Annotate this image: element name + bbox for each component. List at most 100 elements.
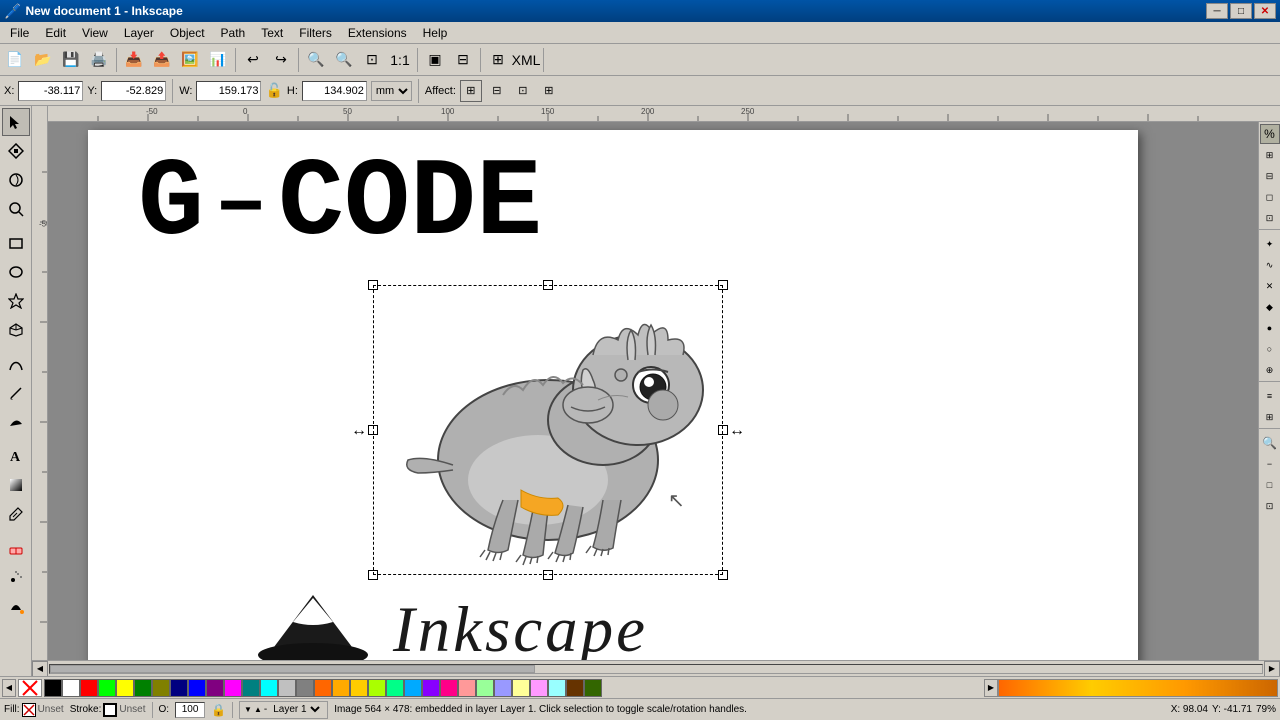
zoom-out-button[interactable]: 🔍	[331, 47, 357, 73]
unit-select[interactable]: mm px cm in	[371, 81, 412, 101]
align-button[interactable]: ⊞	[485, 47, 511, 73]
import-button[interactable]: 📥	[121, 47, 147, 73]
zoom-area[interactable]: 79%	[1256, 704, 1276, 715]
arrow-right-handle[interactable]: ↔	[729, 422, 745, 440]
color-teal[interactable]	[242, 679, 260, 697]
fill-area[interactable]: Fill: Unset	[4, 703, 64, 717]
text-tool[interactable]: A	[2, 442, 30, 470]
menu-extensions[interactable]: Extensions	[340, 24, 415, 42]
selected-image[interactable]: ↔ ↔	[373, 285, 723, 575]
group-button[interactable]: ▣	[422, 47, 448, 73]
snap-node-midpoints-button[interactable]: ○	[1260, 339, 1280, 359]
node-tool[interactable]	[2, 137, 30, 165]
3d-tool[interactable]	[2, 316, 30, 344]
snap-zoom-page-button[interactable]: □	[1260, 475, 1280, 495]
h-scrollbar-thumb[interactable]	[50, 665, 535, 673]
select-tool[interactable]	[2, 108, 30, 136]
snap-zoom-in-button[interactable]: 🔍	[1260, 433, 1280, 453]
color-cream[interactable]	[512, 679, 530, 697]
color-red[interactable]	[80, 679, 98, 697]
ungroup-button[interactable]: ⊟	[450, 47, 476, 73]
color-orange[interactable]	[314, 679, 332, 697]
no-fill-swatch[interactable]	[18, 679, 42, 697]
snap-bbox-button[interactable]: ⊞	[1260, 145, 1280, 165]
snap-node-intersection-button[interactable]: ✕	[1260, 276, 1280, 296]
undo-button[interactable]: ↩	[240, 47, 266, 73]
color-cyan[interactable]	[260, 679, 278, 697]
scroll-left-button[interactable]: ◀	[32, 661, 48, 677]
menu-file[interactable]: File	[2, 24, 37, 42]
menu-layer[interactable]: Layer	[116, 24, 162, 42]
minimize-button[interactable]: ─	[1206, 3, 1228, 19]
zoom-fit-button[interactable]: ⊡	[359, 47, 385, 73]
color-yellow[interactable]	[116, 679, 134, 697]
dropper-tool[interactable]	[2, 500, 30, 528]
open-button[interactable]: 📂	[30, 47, 56, 73]
opacity-input[interactable]	[175, 702, 205, 718]
ellipse-tool[interactable]	[2, 258, 30, 286]
star-tool[interactable]	[2, 287, 30, 315]
h-input[interactable]	[302, 81, 367, 101]
color-green[interactable]	[134, 679, 152, 697]
color-lightgreen[interactable]	[476, 679, 494, 697]
snap-node-center-button[interactable]: ⊕	[1260, 360, 1280, 380]
color-olive[interactable]	[152, 679, 170, 697]
color-lightcyan[interactable]	[548, 679, 566, 697]
affect-clip-button[interactable]: ⊡	[512, 80, 534, 102]
snap-zoom-fit-button[interactable]: ⊡	[1260, 496, 1280, 516]
color-chartreuse[interactable]	[368, 679, 386, 697]
w-input[interactable]	[196, 81, 261, 101]
snap-node-smooth-button[interactable]: ●	[1260, 318, 1280, 338]
export2-button[interactable]: 🖼️	[177, 47, 203, 73]
handle-bottom-left[interactable]	[368, 570, 378, 580]
snap-bbox-edges-button[interactable]: ⊟	[1260, 166, 1280, 186]
color-silver[interactable]	[278, 679, 296, 697]
layer-select[interactable]: Layer 1	[269, 703, 323, 716]
color-skyblue[interactable]	[404, 679, 422, 697]
xml-button[interactable]: XML	[513, 47, 539, 73]
color-periwinkle[interactable]	[494, 679, 512, 697]
handle-top-right[interactable]	[718, 280, 728, 290]
menu-edit[interactable]: Edit	[37, 24, 74, 42]
menu-filters[interactable]: Filters	[291, 24, 340, 42]
export3-button[interactable]: 📊	[205, 47, 231, 73]
opacity-lock[interactable]: 🔒	[211, 703, 226, 717]
tweak-tool[interactable]	[2, 166, 30, 194]
y-input[interactable]	[101, 81, 166, 101]
zoom-100-button[interactable]: 1:1	[387, 47, 413, 73]
print-button[interactable]: 🖨️	[86, 47, 112, 73]
menu-help[interactable]: Help	[415, 24, 456, 42]
color-magenta[interactable]	[224, 679, 242, 697]
rect-tool[interactable]	[2, 229, 30, 257]
close-button[interactable]: ✕	[1254, 3, 1276, 19]
handle-mid-right[interactable]	[718, 425, 728, 435]
stroke-area[interactable]: Stroke: Unset	[70, 703, 146, 717]
snap-bbox-midpoints-button[interactable]: ⊡	[1260, 208, 1280, 228]
arrow-left-handle[interactable]: ↔	[351, 422, 367, 440]
save-button[interactable]: 💾	[58, 47, 84, 73]
palette-scroll-right[interactable]: ▶	[984, 679, 998, 697]
snap-bbox-corners-button[interactable]: ◻	[1260, 187, 1280, 207]
color-orange2[interactable]	[332, 679, 350, 697]
color-spring[interactable]	[386, 679, 404, 697]
snap-grid-button[interactable]: ⊞	[1260, 407, 1280, 427]
affect-geom-button[interactable]: ⊞	[538, 80, 560, 102]
scroll-right-button[interactable]: ▶	[1264, 661, 1280, 677]
color-yellow2[interactable]	[350, 679, 368, 697]
color-gray[interactable]	[296, 679, 314, 697]
color-blue[interactable]	[188, 679, 206, 697]
h-scrollbar-track[interactable]	[49, 664, 1263, 674]
maximize-button[interactable]: □	[1230, 3, 1252, 19]
calligraphy-tool[interactable]	[2, 408, 30, 436]
x-input[interactable]	[18, 81, 83, 101]
handle-bottom-center[interactable]	[543, 570, 553, 580]
color-darkgreen[interactable]	[584, 679, 602, 697]
export-button[interactable]: 📤	[149, 47, 175, 73]
handle-mid-left[interactable]	[368, 425, 378, 435]
snap-node-cusp-button[interactable]: ◆	[1260, 297, 1280, 317]
color-lime[interactable]	[98, 679, 116, 697]
menu-path[interactable]: Path	[213, 24, 254, 42]
gradient-tool[interactable]	[2, 471, 30, 499]
menu-object[interactable]: Object	[162, 24, 213, 42]
pen-tool[interactable]	[2, 350, 30, 378]
